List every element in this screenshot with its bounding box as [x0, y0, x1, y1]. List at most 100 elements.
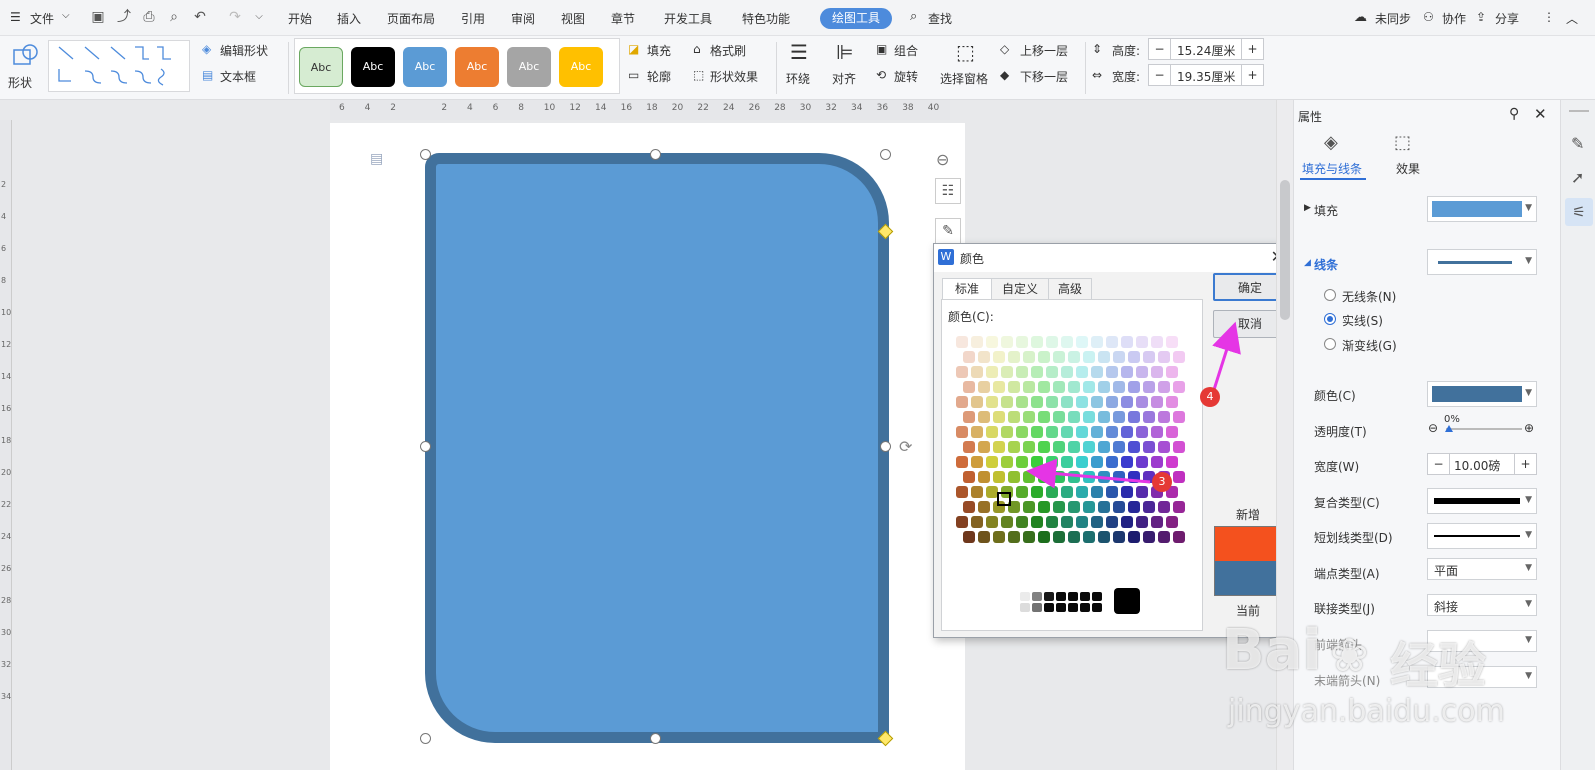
compound-type-dropdown[interactable]: ▼ [1427, 488, 1537, 514]
color-cell[interactable] [1046, 336, 1058, 348]
print-preview-icon[interactable]: ⌕ [165, 8, 183, 26]
edit-shape-button[interactable]: 编辑形状 [220, 42, 268, 59]
color-cell[interactable] [1106, 516, 1118, 528]
color-cell[interactable] [1001, 396, 1013, 408]
slider-thumb[interactable] [1445, 425, 1453, 432]
print-icon[interactable]: ⎙ [140, 8, 158, 26]
gray-cell[interactable] [1080, 592, 1090, 601]
share-button[interactable]: 分享 [1495, 10, 1519, 27]
color-cell[interactable] [1068, 501, 1080, 513]
redo-icon[interactable]: ↷ [226, 8, 244, 26]
color-cell[interactable] [1076, 516, 1088, 528]
gray-cell[interactable] [1068, 603, 1078, 612]
black-cell[interactable] [1114, 588, 1140, 614]
color-cell[interactable] [971, 516, 983, 528]
color-cell[interactable] [1016, 426, 1028, 438]
color-cell[interactable] [1076, 336, 1088, 348]
color-cell[interactable] [1128, 411, 1140, 423]
expand-icon[interactable]: ▶ [1304, 203, 1311, 213]
collab-button[interactable]: 协作 [1442, 10, 1466, 27]
page-layout-icon[interactable]: ▤ [370, 151, 383, 167]
vertical-ruler[interactable]: 2 4 6 8 10 12 14 16 18 20 22 24 26 28 30 32 34 [0, 120, 12, 770]
zoom-out-icon[interactable]: ⊖ [936, 150, 949, 169]
tab-page-layout[interactable]: 页面布局 [387, 10, 435, 27]
color-cell[interactable] [1023, 501, 1035, 513]
send-backward-button[interactable]: 下移一层 [1020, 68, 1068, 85]
line-width-stepper[interactable]: − 10.00磅 + [1427, 453, 1537, 475]
color-cell[interactable] [1121, 516, 1133, 528]
gray-cell[interactable] [1080, 603, 1090, 612]
color-cell[interactable] [1016, 396, 1028, 408]
color-cell[interactable] [956, 486, 968, 498]
tab-review[interactable]: 审阅 [511, 10, 535, 27]
tab-references[interactable]: 引用 [461, 10, 485, 27]
color-cell[interactable] [1068, 471, 1080, 483]
color-cell[interactable] [1061, 396, 1073, 408]
color-cell[interactable] [1053, 531, 1065, 543]
chevron-down-icon[interactable]: ⌵ [62, 10, 70, 21]
gray-cell[interactable] [1068, 592, 1078, 601]
color-cell[interactable] [1166, 456, 1178, 468]
color-cell[interactable] [1001, 456, 1013, 468]
line-color-dropdown[interactable]: ▼ [1427, 381, 1537, 407]
quick-access-more-icon[interactable]: ⌵ [250, 8, 268, 26]
no-line-label[interactable]: 无线条(N) [1342, 288, 1396, 305]
color-cell[interactable] [963, 381, 975, 393]
color-cell[interactable] [1038, 411, 1050, 423]
color-cell[interactable] [1106, 336, 1118, 348]
color-cell[interactable] [1158, 441, 1170, 453]
color-cell[interactable] [1113, 411, 1125, 423]
color-cell[interactable] [1106, 426, 1118, 438]
selection-pane-button[interactable]: 选择窗格 [940, 70, 988, 87]
color-cell[interactable] [986, 366, 998, 378]
color-cell[interactable] [1016, 456, 1028, 468]
tab-drawing-tools[interactable]: 绘图工具 [820, 8, 892, 29]
color-cell[interactable] [1106, 456, 1118, 468]
color-cell[interactable] [1083, 531, 1095, 543]
bring-forward-button[interactable]: 上移一层 [1020, 42, 1068, 59]
color-cell[interactable] [1016, 516, 1028, 528]
color-cell[interactable] [963, 441, 975, 453]
color-cell[interactable] [1083, 351, 1095, 363]
plus-icon[interactable]: + [1514, 454, 1536, 474]
color-cell[interactable] [956, 336, 968, 348]
color-cell[interactable] [978, 411, 990, 423]
resize-handle[interactable] [650, 733, 661, 744]
color-cell[interactable] [1068, 531, 1080, 543]
tab-custom[interactable]: 自定义 [991, 278, 1049, 300]
color-cell[interactable] [1031, 426, 1043, 438]
text-box-button[interactable]: 文本框 [220, 68, 256, 85]
color-cell[interactable] [978, 501, 990, 513]
color-cell[interactable] [993, 411, 1005, 423]
layout-options-icon[interactable]: ☷ [935, 178, 961, 204]
color-cell[interactable] [1106, 486, 1118, 498]
width-stepper[interactable]: − 19.35厘米 + [1148, 64, 1264, 86]
shape-effect-button[interactable]: 形状效果 [710, 68, 758, 85]
color-cell[interactable] [1091, 456, 1103, 468]
close-icon[interactable]: ✕ [1534, 105, 1547, 123]
color-cell[interactable] [1061, 426, 1073, 438]
color-cell[interactable] [1023, 471, 1035, 483]
color-cell[interactable] [1151, 456, 1163, 468]
color-cell[interactable] [1143, 351, 1155, 363]
color-cell[interactable] [963, 351, 975, 363]
minus-icon[interactable]: − [1149, 65, 1171, 85]
minus-icon[interactable]: − [1428, 454, 1450, 474]
pen-icon[interactable]: ✎ [1571, 134, 1584, 153]
tab-view[interactable]: 视图 [561, 10, 585, 27]
color-cell[interactable] [956, 456, 968, 468]
sync-status[interactable]: 未同步 [1375, 10, 1411, 27]
plus-icon[interactable]: ⊕ [1524, 421, 1534, 435]
color-cell[interactable] [1023, 411, 1035, 423]
color-cell[interactable] [1173, 351, 1185, 363]
tab-fill-line[interactable]: 填充与线条 [1302, 160, 1362, 177]
color-cell[interactable] [956, 516, 968, 528]
collapse-ribbon-icon[interactable]: ︿ [1566, 10, 1578, 27]
color-cell[interactable] [1166, 336, 1178, 348]
color-cell[interactable] [978, 441, 990, 453]
solid-line-radio[interactable] [1324, 313, 1336, 325]
color-cell[interactable] [956, 396, 968, 408]
color-cell[interactable] [1031, 486, 1043, 498]
color-cell[interactable] [1008, 471, 1020, 483]
color-cell[interactable] [1121, 396, 1133, 408]
